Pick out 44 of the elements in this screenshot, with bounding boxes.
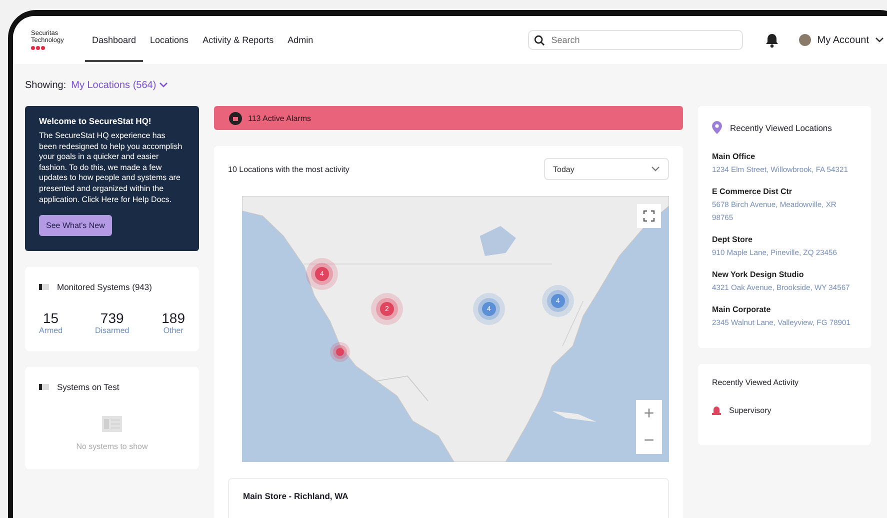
account-menu[interactable]: My Account <box>793 33 887 47</box>
nav-tab[interactable]: Locations <box>143 18 196 62</box>
nav-tab[interactable]: Admin <box>280 18 320 62</box>
avatar-icon <box>799 34 812 46</box>
search-field[interactable]: Search <box>528 30 744 50</box>
chevron-icon <box>651 166 660 172</box>
system-icon <box>39 384 49 390</box>
stat-value: 189 <box>162 310 185 326</box>
card-title: Recently Viewed Activity <box>712 378 800 387</box>
card-title: Recently Viewed Locations <box>730 122 832 132</box>
nav-tab[interactable]: Dashboard <box>85 18 144 62</box>
expand-icon <box>643 210 655 222</box>
chevron-icon <box>159 82 168 88</box>
fullscreen-button[interactable] <box>637 204 661 228</box>
location-title: Main Store - Richland, WA <box>243 491 348 501</box>
welcome-title: Welcome to SecureStat HQ! <box>39 116 152 126</box>
active-alarms-bar[interactable]: 113 Active Alarms <box>214 106 683 130</box>
location-filter[interactable]: My Locations (564) <box>71 80 168 90</box>
empty-message: No systems to show <box>76 442 148 452</box>
card-title: Systems on Test <box>57 382 120 392</box>
showing-label: Showing: <box>25 80 66 90</box>
location-marker[interactable] <box>330 342 350 362</box>
location-name-link[interactable]: Main Office <box>712 152 857 161</box>
stat-value: 739 <box>100 310 124 326</box>
alarm-icon <box>229 112 242 124</box>
stat-value: 15 <box>42 310 59 326</box>
whats-new-button[interactable]: See What's New <box>39 215 112 236</box>
location-name-link[interactable]: E Commerce Dist Ctr <box>712 187 857 196</box>
location-card[interactable]: Main Store - Richland, WA <box>228 478 669 518</box>
location-name-link[interactable]: New York Design Studio <box>712 270 857 279</box>
nav-tab[interactable]: Activity & Reports <box>196 18 281 62</box>
activity-link[interactable]: Supervisory <box>729 406 772 414</box>
welcome-text: The SecureStat HQ experience has been redesigned to help you accomplish your goals in a quicker and easier fashion. To do this, we made a few updates to how people and systems are presented and organized within the application. Click Here for Help Docs. <box>39 131 184 206</box>
siren-icon <box>712 405 721 415</box>
card-title: Monitored Systems (943) <box>57 282 152 292</box>
empty-list-icon <box>102 416 122 432</box>
location-name-link[interactable]: Main Corporate <box>712 305 857 314</box>
period-dropdown[interactable]: Today <box>544 158 669 180</box>
location-name-link[interactable]: Dept Store <box>712 235 857 244</box>
card-title: 10 Locations with the most activity <box>228 164 350 174</box>
location-pin-icon <box>712 121 722 134</box>
chevron-icon <box>875 37 884 43</box>
notification-bell-icon[interactable] <box>765 32 780 48</box>
system-icon <box>39 284 49 290</box>
